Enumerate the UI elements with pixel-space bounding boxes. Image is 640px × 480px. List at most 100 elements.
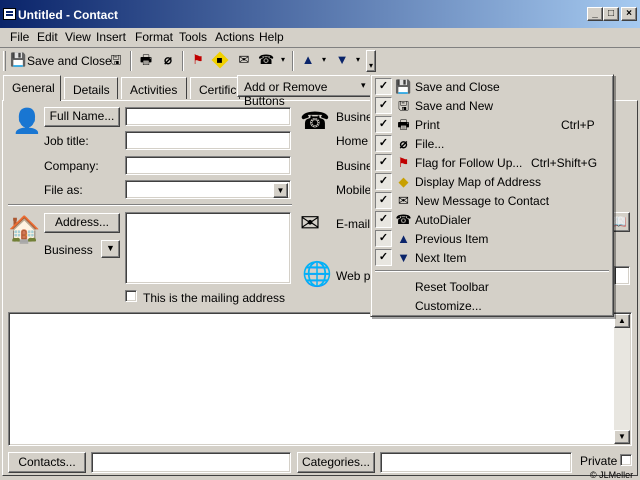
menu-view[interactable]: View	[65, 30, 91, 44]
checkmark-icon: ✓	[375, 135, 392, 152]
printer-icon: 🖶	[397, 117, 410, 132]
scroll-down-button[interactable]: ▼	[614, 430, 630, 444]
toolbar-options-button[interactable]: ▾	[366, 50, 376, 72]
menu-format[interactable]: Format	[135, 30, 173, 44]
contacts-field[interactable]	[91, 452, 291, 473]
flag-icon: ⚑	[397, 155, 410, 170]
menu-item-new-message[interactable]: ✓ ✉ New Message to Contact	[373, 191, 611, 210]
contact-card-icon	[3, 8, 16, 20]
window-title: Untitled - Contact	[18, 8, 118, 22]
company-field[interactable]	[125, 156, 291, 175]
contacts-button[interactable]: Contacts...	[8, 452, 86, 473]
notes-field[interactable]	[8, 312, 632, 446]
address-button[interactable]: Address...	[44, 213, 120, 233]
menu-item-autodialer[interactable]: ✓ ☎ AutoDialer	[373, 210, 611, 229]
add-remove-buttons-menu: ✓ 💾 Save and Close ✓ 🖫 Save and New ✓ 🖶 …	[370, 74, 614, 317]
printer-icon[interactable]: 🖶	[138, 52, 154, 68]
address-type-label: Business	[44, 243, 93, 257]
close-button[interactable]: ×	[621, 7, 637, 21]
menu-item-reset-toolbar[interactable]: Reset Toolbar	[373, 277, 611, 296]
previous-dropdown-icon[interactable]: ▾	[316, 52, 332, 68]
checkmark-icon: ✓	[375, 230, 392, 247]
checkmark-icon: ✓	[375, 78, 392, 95]
menu-item-print[interactable]: ✓ 🖶 Print Ctrl+P	[373, 115, 611, 134]
paperclip-icon: ⌀	[399, 136, 408, 151]
phone-mobile-label: Mobile	[336, 183, 372, 197]
categories-button[interactable]: Categories...	[297, 452, 375, 473]
menu-item-previous[interactable]: ✓ ▲ Previous Item	[373, 229, 611, 248]
checkmark-icon: ✓	[375, 249, 392, 266]
menu-file[interactable]: File	[10, 30, 29, 44]
checkmark-icon: ✓	[375, 116, 392, 133]
new-message-icon: ✉	[398, 193, 409, 208]
private-checkbox[interactable]	[620, 454, 632, 466]
address-type-dropdown[interactable]: ▼	[101, 240, 120, 258]
checkmark-icon: ✓	[375, 173, 392, 190]
private-label: Private	[580, 454, 618, 468]
file-as-field[interactable]: ▼	[125, 180, 291, 199]
paperclip-icon[interactable]: ⌀	[160, 52, 176, 68]
phone-icon: ☎	[300, 108, 330, 135]
tab-certificates[interactable]: Certific	[190, 77, 240, 99]
full-name-button[interactable]: Full Name...	[44, 107, 120, 127]
mailing-address-checkbox[interactable]	[125, 290, 137, 302]
toolbar: 💾 Save and Close 🖫 🖶 ⌀ ⚑ ◆ ✉ ☎ ▾ ▲ ▾ ▼ ▾…	[0, 48, 640, 74]
menu-item-save-close[interactable]: ✓ 💾 Save and Close	[373, 77, 611, 96]
new-message-icon[interactable]: ✉	[236, 52, 252, 68]
full-name-field[interactable]	[125, 107, 291, 126]
phone-home-label: Home	[336, 134, 369, 148]
menu-separator	[375, 270, 609, 272]
menu-tools[interactable]: Tools	[179, 30, 207, 44]
company-label: Company:	[44, 159, 99, 173]
mailing-address-label: This is the mailing address	[143, 291, 286, 305]
map-icon[interactable]: ◆	[211, 51, 229, 69]
web-page-field[interactable]	[614, 266, 630, 285]
file-as-label: File as:	[44, 183, 83, 197]
tab-general[interactable]: General	[3, 75, 61, 101]
copyright-text: © JLMeller	[590, 470, 634, 480]
menu-item-file[interactable]: ✓ ⌀ File...	[373, 134, 611, 153]
down-arrow-icon: ▼	[397, 250, 410, 265]
menu-help[interactable]: Help	[259, 30, 284, 44]
menu-item-flag[interactable]: ✓ ⚑ Flag for Follow Up... Ctrl+Shift+G	[373, 153, 611, 172]
checkmark-icon: ✓	[375, 97, 392, 114]
menu-item-map[interactable]: ✓ ◆ Display Map of Address	[373, 172, 611, 191]
checkmark-icon: ✓	[375, 154, 392, 171]
tab-details[interactable]: Details	[64, 77, 118, 99]
next-dropdown-icon[interactable]: ▾	[350, 52, 366, 68]
menu-actions[interactable]: Actions	[215, 30, 254, 44]
email-icon: ✉	[300, 210, 321, 237]
autodialer-dropdown-icon[interactable]: ▾	[275, 52, 291, 68]
menu-item-customize[interactable]: Customize...	[373, 296, 611, 315]
menu-edit[interactable]: Edit	[37, 30, 58, 44]
job-title-label: Job title:	[44, 134, 89, 148]
next-item-icon[interactable]: ▼	[334, 52, 350, 68]
menu-insert[interactable]: Insert	[96, 30, 126, 44]
email-label: E-mail	[336, 217, 371, 231]
address-field[interactable]	[125, 212, 291, 284]
chevron-down-icon[interactable]: ▼	[273, 183, 288, 198]
previous-item-icon[interactable]: ▲	[300, 52, 316, 68]
save-close-icon: 💾	[395, 79, 412, 94]
minimize-button[interactable]: _	[587, 7, 603, 21]
menu-item-next[interactable]: ✓ ▼ Next Item	[373, 248, 611, 267]
autodialer-icon: ☎	[395, 212, 412, 227]
categories-field[interactable]	[380, 452, 572, 473]
save-new-icon[interactable]: 🖫	[108, 52, 124, 68]
autodialer-icon[interactable]: ☎	[258, 52, 274, 68]
maximize-button[interactable]: □	[603, 7, 619, 21]
save-icon: 💾	[10, 52, 27, 67]
scroll-up-button[interactable]: ▲	[614, 314, 630, 328]
person-icon: 👤	[12, 108, 42, 135]
scrollbar-track[interactable]	[614, 328, 630, 430]
job-title-field[interactable]	[125, 131, 291, 150]
flag-icon[interactable]: ⚑	[190, 52, 206, 68]
web-page-icon: 🌐	[302, 261, 332, 288]
add-remove-buttons-item[interactable]: Add or Remove Buttons ▾	[237, 75, 372, 108]
title-bar: Untitled - Contact _ □ ×	[0, 0, 640, 28]
menu-item-save-new[interactable]: ✓ 🖫 Save and New	[373, 96, 611, 115]
house-icon: 🏠	[8, 214, 41, 244]
tab-activities[interactable]: Activities	[121, 77, 187, 99]
chevron-down-icon: ▾	[361, 80, 366, 90]
save-close-label[interactable]: Save and Close	[27, 54, 112, 68]
